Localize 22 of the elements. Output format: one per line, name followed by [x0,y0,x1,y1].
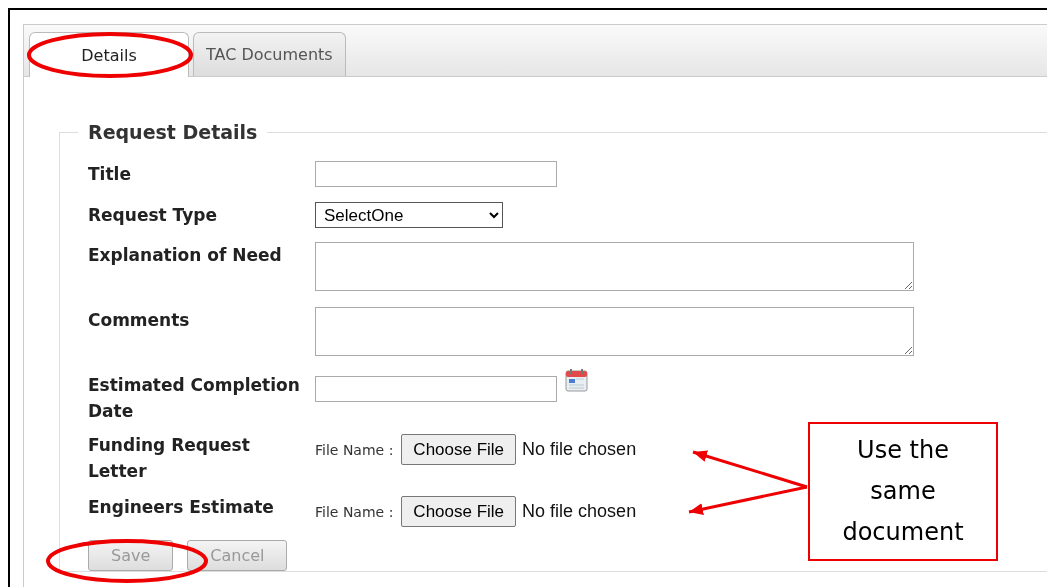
text-area[interactable] [315,242,914,291]
choose-file-button[interactable]: Choose File [401,434,517,465]
dropdown[interactable]: SelectOne [315,202,503,228]
text-field[interactable] [315,161,557,187]
choose-file-button[interactable]: Choose File [401,496,517,527]
callout-note: Use the same document [808,422,998,561]
date-field[interactable] [315,376,557,402]
file-status: No file chosen [522,501,637,522]
field-label: Engineers Estimate [88,496,275,519]
section-title: Request Details [87,121,259,143]
field-label: Request Type [88,204,218,227]
field-label: Comments [88,309,191,332]
file-name-label: File Name : [315,441,394,458]
field-label: Explanation of Need [88,244,283,267]
tab[interactable]: TAC Documents [193,32,346,76]
file-name-label: File Name : [315,503,394,520]
file-status: No file chosen [522,439,637,460]
calendar-icon[interactable] [565,368,588,392]
field-label: Estimated Completion Date [88,374,301,423]
field-label: Title [88,163,132,186]
text-area[interactable] [315,307,914,356]
field-label: Funding Request Letter [88,434,251,483]
